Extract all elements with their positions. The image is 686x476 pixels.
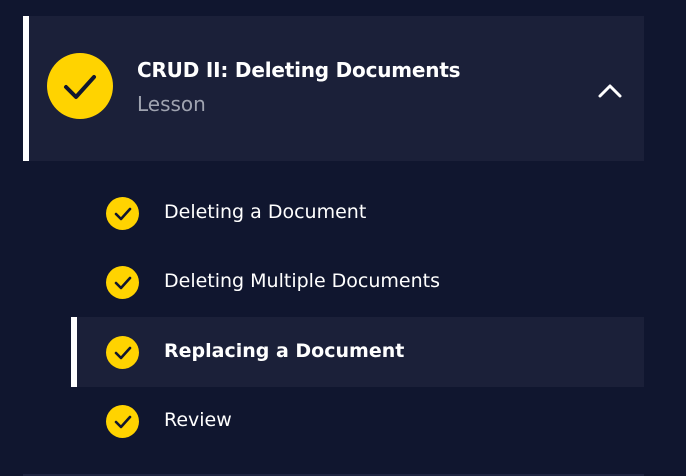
chevron-up-icon[interactable] (595, 76, 625, 106)
check-circle-icon (106, 336, 139, 369)
check-circle-icon (106, 197, 139, 230)
lesson-header[interactable]: CRUD II: Deleting Documents Lesson (23, 16, 644, 161)
lesson-outline: CRUD II: Deleting Documents Lesson Delet… (0, 0, 686, 476)
lesson-item-deleting-a-document[interactable]: Deleting a Document (71, 178, 644, 248)
lesson-item-deleting-multiple-documents[interactable]: Deleting Multiple Documents (71, 247, 644, 317)
lesson-title: CRUD II: Deleting Documents (137, 58, 461, 82)
lesson-item-replacing-a-document[interactable]: Replacing a Document (71, 317, 644, 387)
lesson-item-review[interactable]: Review (71, 386, 644, 456)
lesson-item-label: Review (164, 409, 232, 431)
lesson-item-label: Replacing a Document (164, 340, 405, 362)
lesson-type-label: Lesson (137, 92, 206, 116)
lesson-item-label: Deleting a Document (164, 201, 367, 223)
lesson-item-label: Deleting Multiple Documents (164, 270, 441, 292)
lesson-complete-check-icon (47, 53, 113, 119)
check-circle-icon (106, 405, 139, 438)
check-circle-icon (106, 266, 139, 299)
